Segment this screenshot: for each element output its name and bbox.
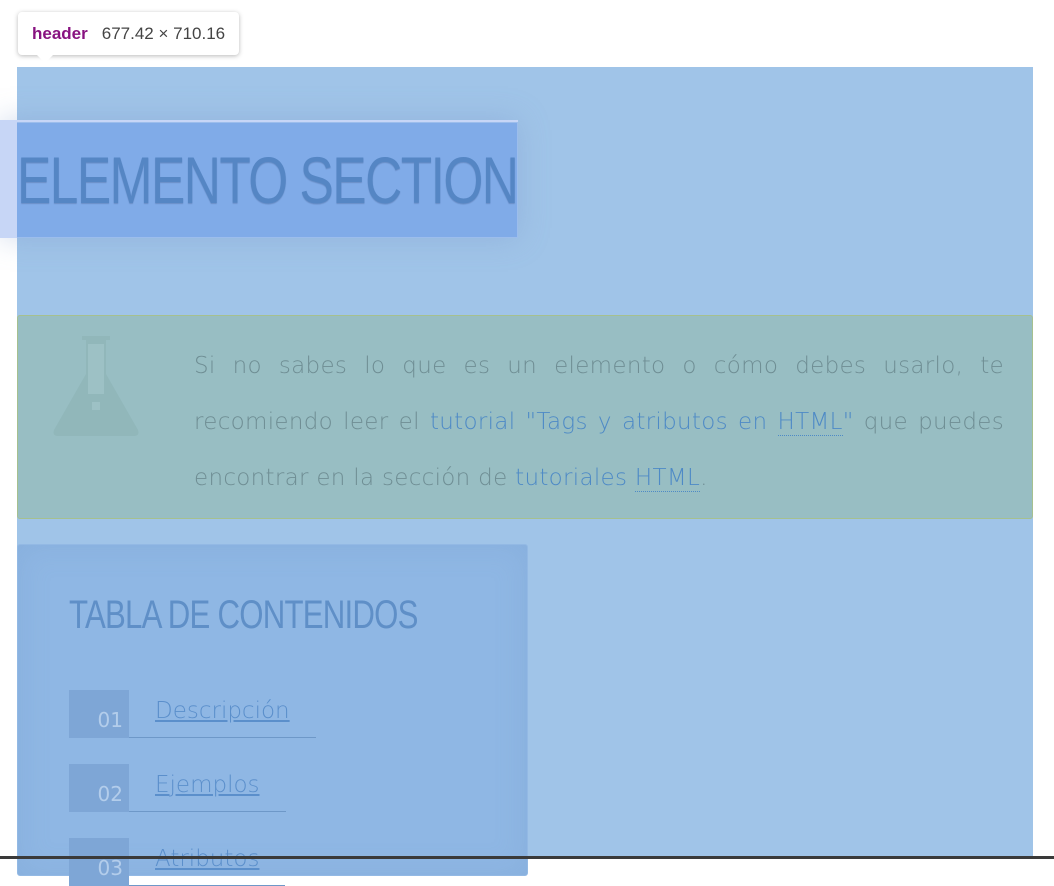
tags-tutorial-link[interactable]: tutorial "Tags y atributos en HTML"	[430, 409, 854, 436]
link-text[interactable]: tutorial "Tags y atributos en	[430, 409, 778, 435]
page-title: ELEMENTO SECTION	[17, 143, 519, 217]
devtools-inspect-tooltip: header 677.42 × 710.16	[18, 12, 240, 63]
toc-item-link[interactable]: Atributos	[129, 838, 286, 886]
title-container: ELEMENTO SECTION	[17, 122, 519, 238]
html-tutorials-link[interactable]: tutoriales HTML	[515, 465, 701, 492]
toc-item-atributos[interactable]: 03 Atributos	[69, 838, 286, 886]
note-box: Si no sabes lo que es un elemento o cómo…	[17, 315, 1033, 519]
toc-item-descripcion[interactable]: 01 Descripción	[69, 690, 316, 738]
flask-icon	[53, 336, 139, 436]
table-of-contents: TABLA DE CONTENIDOS 01 Descripción 02 Ej…	[17, 544, 528, 886]
html-abbr[interactable]: HTML	[777, 409, 843, 436]
tooltip-dimensions: 677.42 × 710.16	[101, 23, 226, 43]
link-text-end[interactable]: "	[843, 409, 854, 435]
toc-item-number: 03	[69, 838, 129, 886]
tooltip-tag-name: header	[32, 23, 88, 43]
toc-item-number: 02	[69, 764, 129, 812]
toc-title: TABLA DE CONTENIDOS	[69, 593, 418, 637]
html-abbr[interactable]: HTML	[634, 465, 701, 492]
note-text-end: .	[700, 465, 708, 491]
link-text[interactable]: tutoriales	[515, 465, 635, 491]
toc-item-number: 01	[69, 690, 129, 738]
toc-item-link[interactable]: Ejemplos	[129, 764, 286, 812]
toc-item-ejemplos[interactable]: 02 Ejemplos	[69, 764, 286, 812]
toc-item-link[interactable]: Descripción	[129, 690, 316, 738]
note-text: Si no sabes lo que es un elemento o cómo…	[194, 338, 1004, 506]
